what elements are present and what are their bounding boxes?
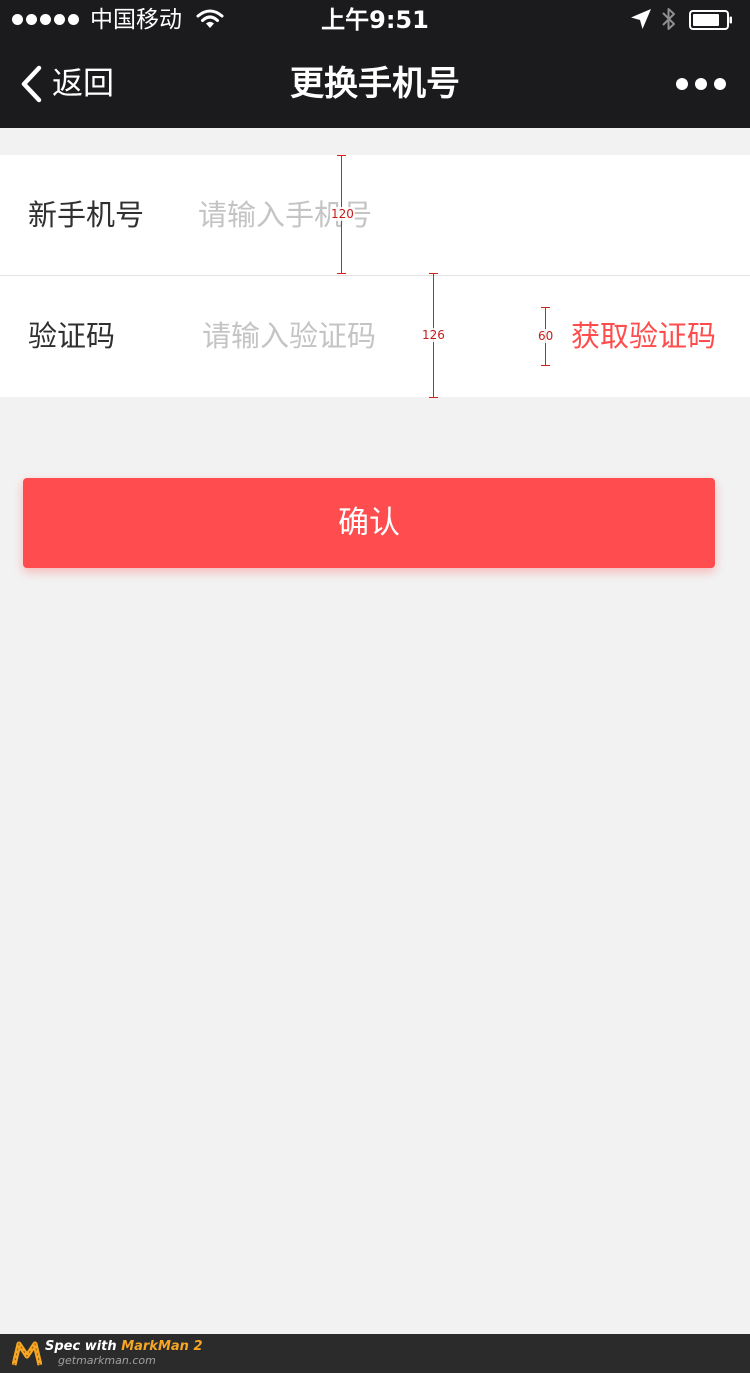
more-dots-icon	[676, 78, 688, 90]
status-bar: 中国移动 上午9:51	[0, 0, 750, 40]
more-button[interactable]	[676, 74, 726, 94]
verification-code-row: 验证码 获取验证码	[0, 275, 750, 397]
verification-code-label: 验证码	[28, 319, 116, 353]
confirm-button[interactable]: 确认	[23, 478, 715, 568]
watermark-url: getmarkman.com	[58, 1354, 156, 1367]
battery-icon	[689, 10, 732, 30]
location-arrow-icon	[631, 9, 651, 29]
new-phone-row: 新手机号	[0, 155, 750, 275]
new-phone-label: 新手机号	[28, 198, 145, 232]
spec-label-row1: 120	[330, 207, 355, 221]
spec-label-input: 60	[537, 329, 555, 343]
markman-watermark: Spec with MarkMan 2 getmarkman.com	[0, 1334, 750, 1373]
chevron-left-icon	[21, 65, 42, 103]
back-label: 返回	[52, 66, 114, 102]
phone-change-form: 新手机号 验证码 获取验证码	[0, 155, 750, 397]
spec-label-row2: 126	[421, 328, 446, 342]
bluetooth-icon	[662, 8, 675, 30]
new-phone-input[interactable]	[198, 185, 718, 245]
back-button[interactable]: 返回	[18, 62, 114, 106]
get-code-button[interactable]: 获取验证码	[571, 276, 716, 396]
top-bar: 中国移动 上午9:51 返回 更换手机号	[0, 0, 750, 128]
markman-logo-icon	[12, 1341, 42, 1366]
nav-bar: 返回 更换手机号	[0, 40, 750, 128]
verification-code-input[interactable]	[202, 306, 532, 366]
watermark-line1: Spec with MarkMan 2	[45, 1339, 203, 1354]
